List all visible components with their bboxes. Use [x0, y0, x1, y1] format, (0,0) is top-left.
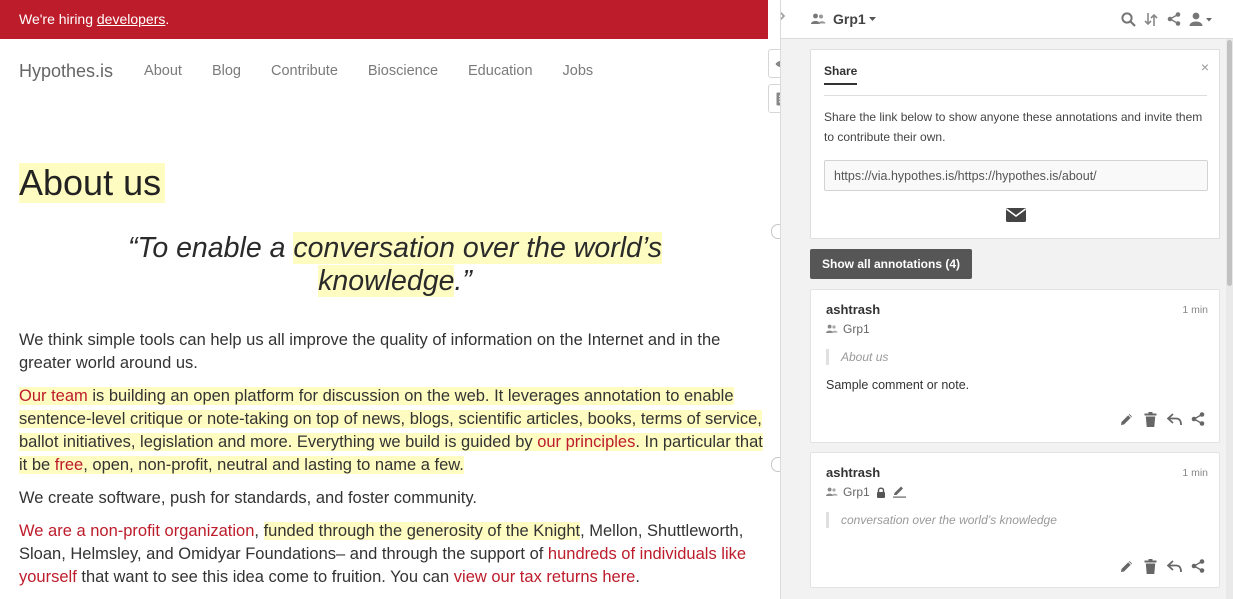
team-paragraph: Our team is building an open platform fo… [19, 385, 764, 477]
search-icon[interactable] [1119, 9, 1137, 29]
email-icon[interactable] [1005, 207, 1027, 223]
free-link[interactable]: free [55, 456, 83, 474]
share-icon[interactable] [1190, 558, 1206, 574]
nav-link-education[interactable]: Education [468, 63, 533, 79]
caret-down-icon [868, 16, 876, 22]
top-bar-actions [1119, 9, 1214, 29]
our-principles-link[interactable]: our principles [537, 433, 635, 451]
share-description: Share the link below to show anyone thes… [824, 110, 1203, 144]
share-divider [824, 95, 1207, 96]
annotation-timestamp[interactable]: 1 min [1182, 304, 1208, 316]
close-icon[interactable]: × [1201, 59, 1209, 75]
annotation-actions [1118, 411, 1206, 427]
edit-icon[interactable] [1118, 558, 1134, 574]
team-paragraph-text-3: , open, non-profit, neutral and lasting … [83, 456, 464, 474]
annotation-card[interactable]: ashtrash 1 min Grp1 conversation over th… [810, 452, 1220, 588]
reply-icon[interactable] [1166, 558, 1182, 574]
web-page: We're hiring developers. Hypothes.is Abo… [0, 0, 768, 599]
annotation-card[interactable]: ashtrash 1 min Grp1 About us Sample comm… [810, 289, 1220, 443]
annotation-quote: conversation over the world’s knowledge [826, 512, 1057, 528]
quote-highlight-1: conversation over the world’s [293, 232, 662, 264]
developers-link[interactable]: developers [97, 11, 166, 27]
page-title: About us [19, 163, 166, 203]
annotation-group-name[interactable]: Grp1 [843, 485, 870, 499]
nav-link-contribute[interactable]: Contribute [271, 63, 338, 79]
hiring-banner: We're hiring developers. [0, 0, 768, 39]
nav-link-bioscience[interactable]: Bioscience [368, 63, 438, 79]
site-logo[interactable]: Hypothes.is [19, 61, 113, 82]
quote-close: .” [454, 265, 472, 297]
pencil-icon [892, 486, 906, 498]
annotation-body: Sample comment or note. [826, 378, 970, 392]
quote-open: “To enable a [128, 232, 294, 264]
delete-icon[interactable] [1142, 558, 1158, 574]
annotation-actions [1118, 558, 1206, 574]
knight-highlight: funded through the generosity of the Kni… [263, 522, 581, 540]
hiring-banner-suffix: . [165, 11, 170, 27]
lock-icon [876, 487, 886, 498]
nav-link-blog[interactable]: Blog [212, 63, 241, 79]
site-nav: Hypothes.is About Blog Contribute Biosci… [0, 39, 768, 103]
hiring-banner-text: We're hiring [19, 11, 97, 27]
group-name: Grp1 [833, 11, 866, 27]
share-panel: Share × Share the link below to show any… [810, 49, 1220, 239]
annotation-group: Grp1 [826, 485, 906, 499]
share-icon[interactable] [1190, 411, 1206, 427]
sort-icon[interactable] [1142, 9, 1160, 29]
nav-link-about[interactable]: About [144, 63, 182, 79]
software-paragraph: We create software, push for standards, … [19, 489, 477, 507]
annotation-sidebar: Grp1 Share × Share the link below to sho… [780, 0, 1233, 599]
annotation-username[interactable]: ashtrash [826, 465, 880, 480]
share-tab[interactable]: Share [824, 64, 858, 85]
annotation-timestamp[interactable]: 1 min [1182, 467, 1208, 479]
annotation-quote: About us [826, 349, 888, 365]
delete-icon[interactable] [1142, 411, 1158, 427]
user-icon[interactable] [1188, 9, 1214, 29]
annotation-group: Grp1 [826, 322, 876, 336]
our-team-link[interactable]: Our team [19, 387, 88, 405]
quote-highlight-2: knowledge [318, 265, 455, 297]
annotation-group-name[interactable]: Grp1 [843, 322, 870, 336]
group-icon [811, 13, 826, 25]
show-all-annotations-button[interactable]: Show all annotations (4) [810, 249, 973, 279]
annotation-username[interactable]: ashtrash [826, 302, 880, 317]
nonprofit-paragraph: We are a non-profit organization, funded… [19, 520, 764, 589]
tax-returns-link[interactable]: view our tax returns here [454, 568, 636, 586]
group-icon [826, 487, 838, 497]
nonprofit-text-1: , [254, 522, 264, 540]
intro-paragraph: We think simple tools can help us all im… [19, 331, 721, 372]
nonprofit-text-3: that want to see this idea come to fruit… [76, 568, 454, 586]
mission-quote: “To enable a conversation over the world… [90, 232, 700, 298]
reply-icon[interactable] [1166, 411, 1182, 427]
edit-icon[interactable] [1118, 411, 1134, 427]
share-link-input[interactable] [824, 160, 1208, 191]
nonprofit-text-4: . [635, 568, 640, 586]
group-selector[interactable]: Grp1 [811, 11, 876, 27]
chevron-right-icon[interactable] [781, 10, 798, 30]
sidebar-scrollbar-thumb[interactable] [1227, 40, 1232, 286]
nav-link-jobs[interactable]: Jobs [563, 63, 594, 79]
sidebar-top-bar: Grp1 [781, 0, 1233, 39]
group-icon [826, 324, 838, 334]
nonprofit-link[interactable]: We are a non-profit organization [19, 522, 254, 540]
share-icon[interactable] [1165, 9, 1183, 29]
